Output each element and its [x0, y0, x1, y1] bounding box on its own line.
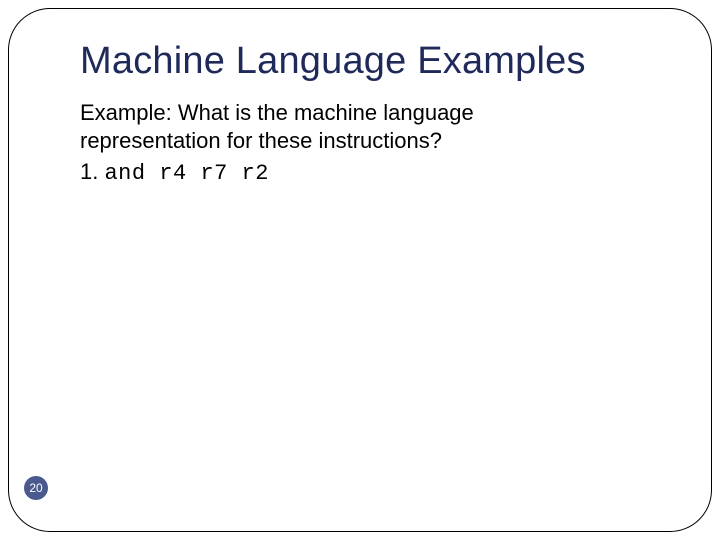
body-line-1: Example: What is the machine language — [80, 99, 660, 127]
body-line-2: representation for these instructions? — [80, 127, 660, 155]
instruction-list: 1. and r4 r7 r2 — [80, 158, 660, 188]
slide-content: Machine Language Examples Example: What … — [80, 40, 660, 188]
slide-title: Machine Language Examples — [80, 40, 660, 83]
list-number: 1. — [80, 159, 98, 184]
page-number: 20 — [29, 481, 42, 495]
instruction-code: and r4 r7 r2 — [104, 161, 268, 186]
slide: Machine Language Examples Example: What … — [0, 0, 720, 540]
page-number-badge: 20 — [24, 476, 48, 500]
slide-body: Example: What is the machine language re… — [80, 99, 660, 188]
